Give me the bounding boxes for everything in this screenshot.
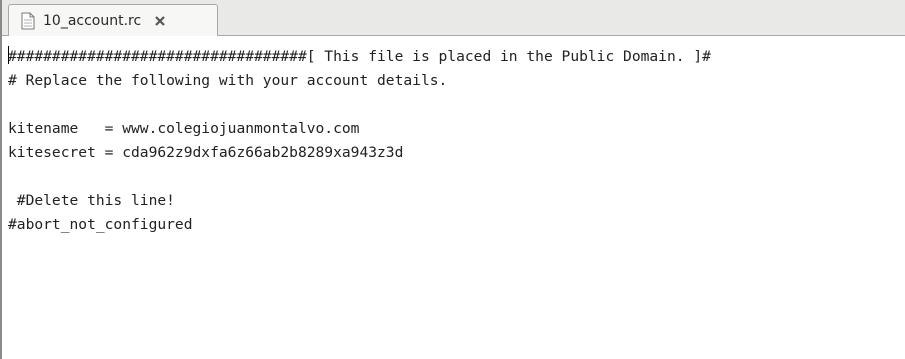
- file-icon: [21, 12, 35, 30]
- text-cursor: [8, 46, 9, 64]
- tab-file[interactable]: 10_account.rc: [8, 4, 218, 36]
- text-editor[interactable]: ##################################[ This…: [2, 36, 905, 359]
- code-line: # Replace the following with your accoun…: [8, 72, 448, 89]
- code-line: kitename = www.colegiojuanmontalvo.com: [8, 120, 360, 137]
- close-icon[interactable]: [153, 14, 167, 28]
- code-line: kitesecret = cda962z9dxfa6z66ab2b8289xa9…: [8, 144, 404, 161]
- tab-label: 10_account.rc: [43, 12, 142, 29]
- code-line: #Delete this line!: [8, 192, 175, 209]
- code-line: #abort_not_configured: [8, 216, 193, 233]
- tab-bar: 10_account.rc: [2, 0, 905, 36]
- code-line: ##################################[ This…: [8, 48, 711, 65]
- editor-window: 10_account.rc ##########################…: [0, 0, 905, 359]
